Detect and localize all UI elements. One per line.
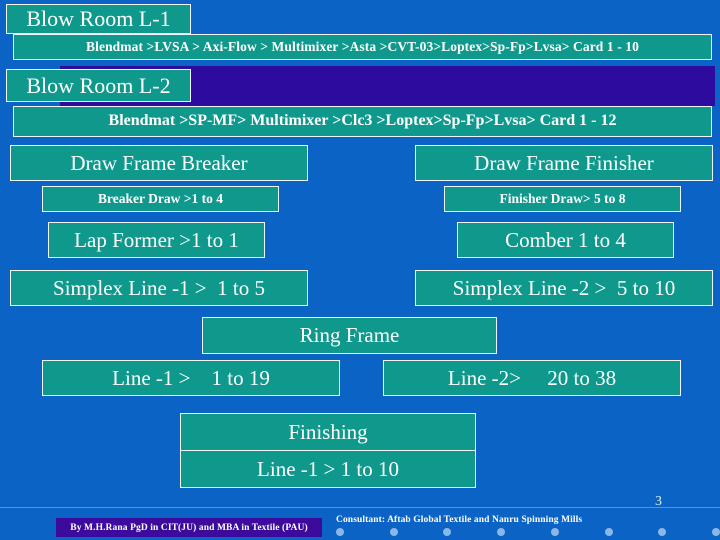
slide-canvas: Blow Room L-1 Blendmat >LVSA > Axi-Flow …: [0, 0, 720, 540]
finishing-line-1-box[interactable]: Line -1 > 1 to 10: [180, 451, 476, 488]
finisher-draw-detail-box[interactable]: Finisher Draw> 5 to 8: [444, 186, 681, 212]
draw-frame-finisher-box[interactable]: Draw Frame Finisher: [415, 145, 713, 181]
footer-dot: [390, 528, 398, 536]
footer-divider: [0, 507, 720, 508]
footer-dot: [551, 528, 559, 536]
ring-frame-line-1-box[interactable]: Line -1 > 1 to 19: [42, 360, 340, 396]
blow-room-1-title[interactable]: Blow Room L-1: [6, 4, 191, 34]
footer-dot: [497, 528, 505, 536]
footer-dot-row: [336, 528, 720, 540]
ring-frame-title-box[interactable]: Ring Frame: [202, 317, 497, 354]
blow-room-1-flow-breadcrumb[interactable]: Blendmat >LVSA > Axi-Flow > Multimixer >…: [13, 34, 712, 60]
comber-box[interactable]: Comber 1 to 4: [457, 222, 674, 258]
simplex-line-1-box[interactable]: Simplex Line -1 > 1 to 5: [10, 270, 308, 306]
footer-dot: [605, 528, 613, 536]
footer-dot: [443, 528, 451, 536]
footer-consultant-credit: Consultant: Aftab Global Textile and Nan…: [336, 515, 583, 525]
footer-dot: [336, 528, 344, 536]
simplex-line-2-box[interactable]: Simplex Line -2 > 5 to 10: [415, 270, 713, 306]
footer-dot: [712, 528, 720, 536]
footer-dot: [658, 528, 666, 536]
blow-room-2-flow-breadcrumb[interactable]: Blendmat >SP-MF> Multimixer >Clc3 >Lopte…: [13, 106, 712, 137]
footer-author-credit: By M.H.Rana PgD in CIT(JU) and MBA in Te…: [56, 518, 322, 537]
breaker-draw-detail-box[interactable]: Breaker Draw >1 to 4: [42, 186, 279, 212]
draw-frame-breaker-box[interactable]: Draw Frame Breaker: [10, 145, 308, 181]
blow-room-2-title[interactable]: Blow Room L-2: [6, 69, 191, 102]
finishing-title-box[interactable]: Finishing: [180, 413, 476, 451]
ring-frame-line-2-box[interactable]: Line -2> 20 to 38: [383, 360, 681, 396]
lap-former-box[interactable]: Lap Former >1 to 1: [48, 222, 265, 258]
